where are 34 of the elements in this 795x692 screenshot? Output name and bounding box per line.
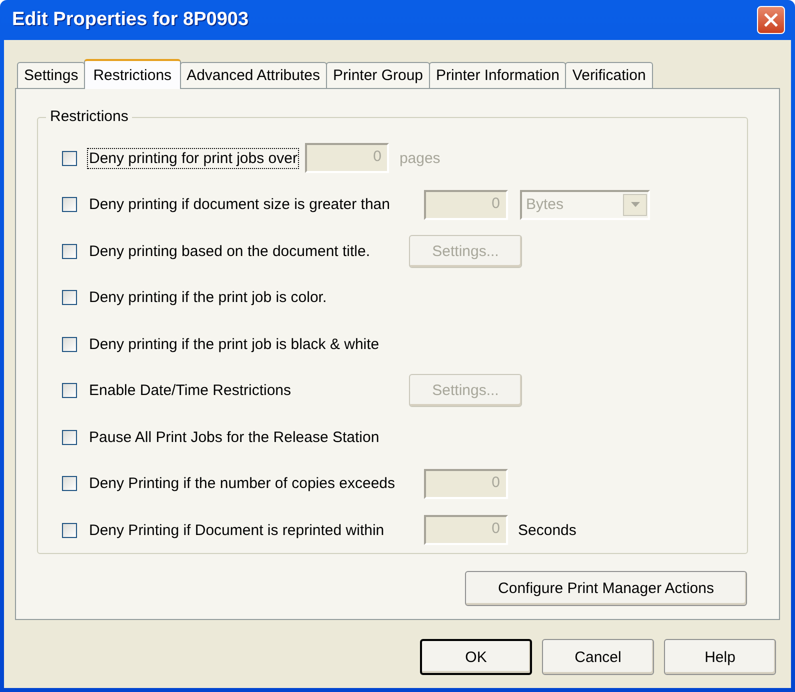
close-icon: [763, 12, 779, 28]
tab[interactable]: Settings: [17, 62, 86, 88]
checkbox-label[interactable]: Deny printing if the print job is black & white: [87, 334, 382, 355]
checkbox[interactable]: [62, 522, 77, 538]
tab[interactable]: Printer Information: [429, 62, 566, 88]
tab[interactable]: Restrictions: [84, 59, 181, 89]
checkbox-label[interactable]: Deny printing based on the document title.: [87, 240, 372, 262]
tab[interactable]: Advanced Attributes: [180, 62, 327, 88]
tab[interactable]: Verification: [565, 62, 653, 88]
checkbox-label[interactable]: Deny printing if the print job is color.: [87, 287, 329, 308]
dialog-button[interactable]: Help: [664, 639, 776, 675]
checkbox-label[interactable]: Deny printing for print jobs over: [87, 148, 300, 169]
checkbox[interactable]: [62, 150, 77, 166]
configure-actions-button[interactable]: Configure Print Manager Actions: [465, 571, 747, 606]
checkbox-label[interactable]: Deny Printing if Document is reprinted within: [87, 520, 386, 541]
checkbox-label[interactable]: Pause All Print Jobs for the Release Station: [87, 426, 382, 448]
checkbox[interactable]: [62, 290, 77, 306]
unit-label: pages: [399, 150, 440, 167]
dialog-button[interactable]: Cancel: [542, 639, 654, 675]
checkbox-label[interactable]: Deny Printing if the number of copies exceeds: [87, 473, 397, 494]
checkbox[interactable]: [62, 197, 77, 212]
checkbox[interactable]: [62, 430, 77, 445]
unit-label: Seconds: [518, 522, 576, 539]
close-button[interactable]: [757, 6, 785, 34]
checkbox-label[interactable]: Deny printing if document size is greater than: [87, 194, 392, 216]
checkbox-label[interactable]: Enable Date/Time Restrictions: [87, 380, 294, 402]
tab[interactable]: Printer Group: [326, 62, 430, 88]
dropdown-arrow-icon: [630, 202, 640, 208]
checkbox[interactable]: [62, 336, 77, 352]
window-title: Edit Properties for 8P0903: [12, 9, 249, 31]
checkbox[interactable]: [62, 244, 77, 259]
checkbox[interactable]: [62, 383, 77, 398]
dialog-button[interactable]: OK: [420, 639, 532, 675]
checkbox[interactable]: [62, 476, 77, 492]
